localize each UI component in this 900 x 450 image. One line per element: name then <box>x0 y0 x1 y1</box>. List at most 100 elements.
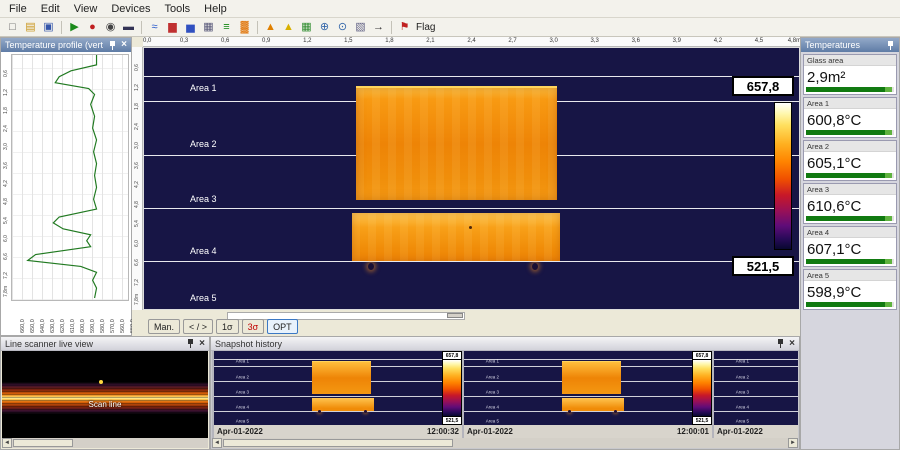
ruler-tick: 1,8 <box>385 38 393 44</box>
snapshot-scrollbar[interactable]: ◄ ► <box>212 438 798 448</box>
scale-max-value: 657,8 <box>732 76 794 96</box>
data-table-icon[interactable]: ▦ <box>200 19 217 35</box>
area-boundary-line <box>144 76 799 77</box>
new-file-icon[interactable]: □ <box>4 19 21 35</box>
ruler-tick: 1,2 <box>134 84 140 91</box>
prev-next-button[interactable]: < / > <box>183 319 213 334</box>
marker-dot <box>368 263 374 270</box>
settings-icon[interactable]: ⊙ <box>334 19 351 35</box>
ruler-tick: 2,4 <box>467 38 475 44</box>
menu-item-edit[interactable]: Edit <box>34 2 67 16</box>
reading-label: Area 4 <box>804 227 896 238</box>
axis-label: 630,0 <box>50 319 56 333</box>
palette-icon[interactable]: ▓ <box>236 19 253 35</box>
temperatures-titlebar: Temperatures <box>801 38 899 52</box>
scrollbar-thumb[interactable] <box>13 439 73 447</box>
ruler-tick: 6,6 <box>134 259 140 266</box>
snapshot-time: 12:00:32 <box>427 427 459 436</box>
ruler-tick: 0,3 <box>180 38 188 44</box>
line-scanner-scrollbar[interactable]: ◄ <box>2 438 208 448</box>
ruler-tick: 4,8 <box>3 199 9 206</box>
line-scanner-title: Line scanner live view <box>5 339 93 349</box>
ruler-tick: 2,4 <box>134 123 140 130</box>
profile-curve-icon[interactable]: ≡ <box>218 19 235 35</box>
thermal-canvas[interactable]: 657,8 521,5 Area 1Area 2Area 3Area 4Area… <box>143 47 800 310</box>
axis-label: 620,0 <box>60 319 66 333</box>
glass-sheet-2 <box>562 398 624 411</box>
axis-label: 640,0 <box>40 319 46 333</box>
reading-value: 610,6°C <box>804 195 896 217</box>
export-icon[interactable]: → <box>370 19 387 35</box>
axis-label: 580,0 <box>100 319 106 333</box>
panel-buttons <box>886 40 895 51</box>
ruler-tick: 2,4 <box>3 125 9 132</box>
reading-bar <box>806 216 894 221</box>
ruler-tick: 6,0 <box>134 240 140 247</box>
snapshot-item[interactable]: Area 1Area 2Area 3Area 4Area 5Apr-01-202… <box>714 351 798 438</box>
start-acquisition-icon[interactable]: ▶ <box>66 19 83 35</box>
profile-chart[interactable] <box>11 54 129 301</box>
monitor-icon[interactable]: ▬ <box>120 19 137 35</box>
reading-bar-fill <box>806 216 885 221</box>
menu-item-devices[interactable]: Devices <box>104 2 157 16</box>
snapshot-scale: 657,8521,5 <box>692 351 712 425</box>
reading-bar-tip <box>885 216 892 221</box>
snapshot-thermal: Area 1Area 2Area 3Area 4Area 5657,8521,5 <box>214 351 462 425</box>
close-icon[interactable]: × <box>121 40 127 50</box>
area-label: Area 2 <box>486 374 499 379</box>
menu-item-view[interactable]: View <box>67 2 105 16</box>
reading-bar-tip <box>885 87 892 92</box>
area-boundary-line <box>714 411 798 412</box>
reading-bar-tip <box>885 173 892 178</box>
glass-sheet-1 <box>562 361 621 394</box>
histogram-red-icon[interactable]: ▆ <box>164 19 181 35</box>
axis-label: 650,0 <box>30 319 36 333</box>
ruler-tick: 7,2 <box>3 272 9 279</box>
alarm-orange-icon[interactable]: ▲ <box>262 19 279 35</box>
record-icon[interactable]: ● <box>84 19 101 35</box>
camera-icon[interactable]: ◉ <box>102 19 119 35</box>
scroll-left-arrow[interactable]: ◄ <box>212 438 222 448</box>
pin-icon[interactable] <box>776 338 785 349</box>
flag-icon[interactable]: ⚑ <box>396 19 413 35</box>
axis-label: 570,0 <box>110 319 116 333</box>
area-label: Area 3 <box>736 390 749 395</box>
scroll-right-arrow[interactable]: ► <box>788 438 798 448</box>
sigma1-button[interactable]: 1σ <box>216 319 239 334</box>
line-scanner-image[interactable]: Scan line <box>2 351 208 438</box>
manual-button[interactable]: Man. <box>148 319 180 334</box>
snapshot-history-title: Snapshot history <box>215 339 282 349</box>
snapshot-item[interactable]: Area 1Area 2Area 3Area 4Area 5657,8521,5… <box>464 351 712 438</box>
scale-min-value: 521,5 <box>732 256 794 276</box>
reading-value: 605,1°C <box>804 152 896 174</box>
sigma3-button[interactable]: 3σ <box>242 319 265 334</box>
zones-grid-icon[interactable]: ▦ <box>298 19 315 35</box>
line-chart-icon[interactable]: ≈ <box>146 19 163 35</box>
scroll-left-arrow[interactable]: ◄ <box>2 438 12 448</box>
opt-button[interactable]: OPT <box>267 319 298 334</box>
snapshot-item[interactable]: Area 1Area 2Area 3Area 4Area 5657,8521,5… <box>214 351 462 438</box>
pin-icon[interactable] <box>886 40 895 51</box>
vertical-ruler: 0,61,21,82,43,03,64,24,85,46,06,67,27,8m <box>132 47 143 310</box>
histogram-blue-icon[interactable]: ▅ <box>182 19 199 35</box>
open-folder-icon[interactable]: ▤ <box>22 19 39 35</box>
pin-icon[interactable] <box>108 40 117 51</box>
line-scanner-titlebar: Line scanner live view × <box>1 337 209 351</box>
menu-item-file[interactable]: File <box>2 2 34 16</box>
menu-item-help[interactable]: Help <box>197 2 234 16</box>
gear-icon[interactable]: ⊕ <box>316 19 333 35</box>
reading-label: Area 1 <box>804 98 896 109</box>
save-icon[interactable]: ▣ <box>40 19 57 35</box>
close-icon[interactable]: × <box>789 339 795 349</box>
ruler-tick: 4,5 <box>755 38 763 44</box>
scrollbar-thumb[interactable] <box>223 439 453 447</box>
pin-icon[interactable] <box>186 338 195 349</box>
close-icon[interactable]: × <box>199 339 205 349</box>
layout-icon[interactable]: ▧ <box>352 19 369 35</box>
alarm-yellow-icon[interactable]: ▲ <box>280 19 297 35</box>
slider-thumb[interactable] <box>447 313 463 318</box>
menu-item-tools[interactable]: Tools <box>157 2 197 16</box>
snapshot-thermal: Area 1Area 2Area 3Area 4Area 5657,8521,5 <box>464 351 712 425</box>
snapshot-list: Area 1Area 2Area 3Area 4Area 5657,8521,5… <box>212 351 798 438</box>
area-boundary-line <box>714 381 798 382</box>
